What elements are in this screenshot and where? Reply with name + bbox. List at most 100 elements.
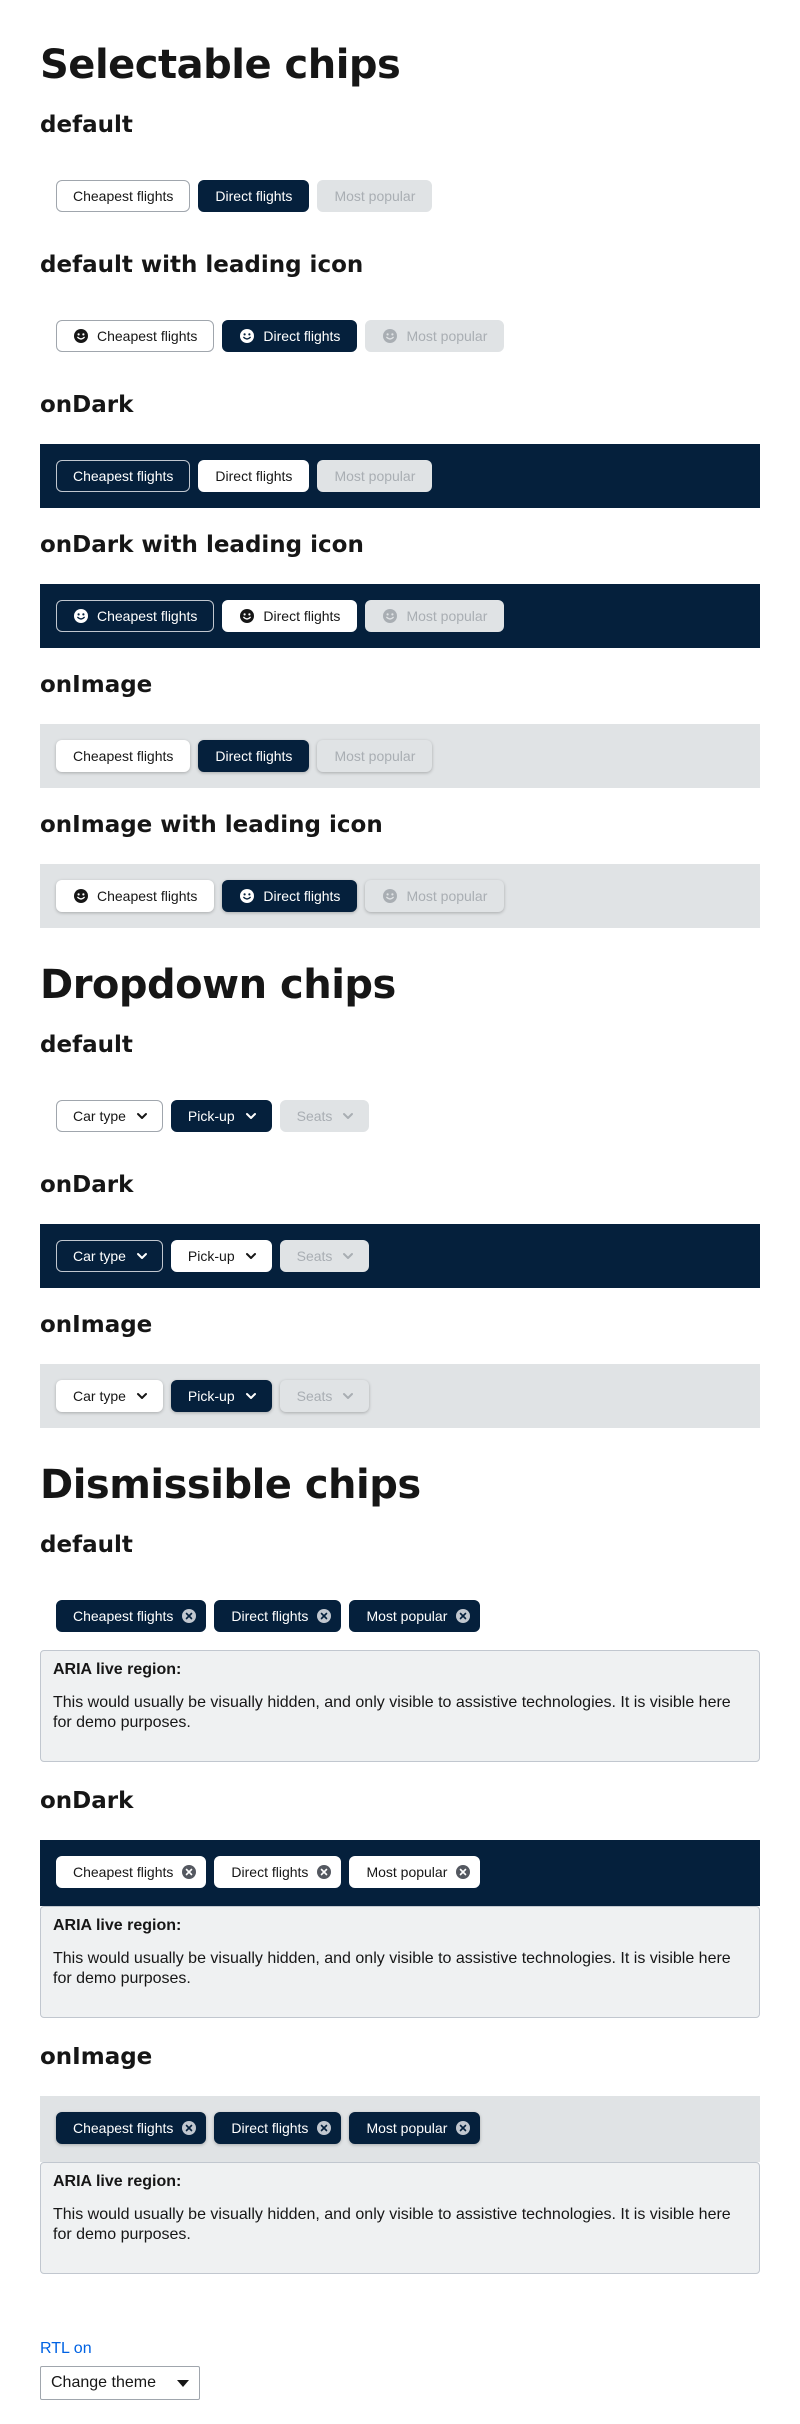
rtl-toggle-link[interactable]: RTL on [40, 2340, 92, 2358]
chip-label: Direct flights [231, 1608, 309, 1624]
chevron-down-icon [340, 1388, 356, 1404]
chip-label: Pick-up [187, 1388, 235, 1404]
chip-direct-flights-selected[interactable]: Direct flights [222, 880, 358, 912]
dropdown-chip-car-type[interactable]: Car type [56, 1380, 163, 1412]
chip-label: Direct flights [231, 2120, 309, 2136]
dismissible-chip-direct-flights[interactable]: Direct flights [214, 2112, 342, 2144]
aria-live-region: ARIA live region: This would usually be … [40, 1650, 760, 1762]
selectable-onimage-icon-row: Cheapest flights Direct flights Most pop… [56, 880, 505, 912]
dropdown-default-row: Car type Pick-up Seats [56, 1100, 370, 1132]
chip-label: Most popular [334, 188, 416, 204]
selectable-default-row: Cheapest flights Direct flights Most pop… [56, 180, 433, 212]
selectable-ondark-row: Cheapest flights Direct flights Most pop… [56, 460, 433, 492]
close-circle-icon[interactable] [181, 1608, 197, 1624]
dropdown-chip-pick-up-selected[interactable]: Pick-up [170, 1380, 272, 1412]
dismissible-default-heading: default [40, 1532, 133, 1558]
dropdown-onimage-row: Car type Pick-up Seats [56, 1380, 370, 1412]
chip-cheapest-flights[interactable]: Cheapest flights [56, 740, 191, 772]
caret-down-icon [177, 2379, 189, 2387]
chip-cheapest-flights[interactable]: Cheapest flights [56, 600, 215, 632]
dismissible-onimage-row: Cheapest flights Direct flights Most pop… [56, 2112, 481, 2144]
chip-label: Seats [296, 1108, 333, 1124]
chip-direct-flights-selected[interactable]: Direct flights [198, 460, 310, 492]
dropdown-chip-seats-disabled: Seats [279, 1380, 370, 1412]
chip-label: Cheapest flights [73, 2120, 174, 2136]
dropdown-onimage-heading: onImage [40, 1312, 153, 1338]
chip-most-popular-disabled: Most popular [365, 880, 505, 912]
close-circle-icon[interactable] [455, 1608, 471, 1624]
close-circle-icon[interactable] [316, 1608, 332, 1624]
close-circle-icon[interactable] [455, 2120, 471, 2136]
selectable-default-icon-row: Cheapest flights Direct flights Most pop… [56, 320, 505, 352]
close-circle-icon[interactable] [181, 1864, 197, 1880]
chip-label: Most popular [334, 468, 416, 484]
dropdown-chip-seats-disabled: Seats [279, 1100, 370, 1132]
selectable-ondark-heading: onDark [40, 392, 134, 418]
close-circle-icon[interactable] [181, 2120, 197, 2136]
chip-cheapest-flights[interactable]: Cheapest flights [56, 460, 191, 492]
chevron-down-icon [134, 1388, 150, 1404]
chip-label: Seats [296, 1248, 333, 1264]
chip-label: Cheapest flights [73, 1608, 174, 1624]
chip-label: Car type [73, 1108, 126, 1124]
chip-most-popular-disabled: Most popular [317, 460, 433, 492]
dismissible-chips-heading: Dismissible chips [40, 1462, 421, 1508]
dismissible-chip-most-popular[interactable]: Most popular [349, 1600, 481, 1632]
aria-live-region-body: This would usually be visually hidden, a… [53, 1694, 731, 1731]
chip-cheapest-flights[interactable]: Cheapest flights [56, 320, 215, 352]
dismissible-chip-most-popular[interactable]: Most popular [349, 1856, 481, 1888]
smiley-face-icon [73, 328, 89, 344]
dismissible-chip-cheapest-flights[interactable]: Cheapest flights [56, 1856, 207, 1888]
smiley-face-icon [382, 328, 398, 344]
dismissible-chip-direct-flights[interactable]: Direct flights [214, 1856, 342, 1888]
dismissible-chip-direct-flights[interactable]: Direct flights [214, 1600, 342, 1632]
dismissible-chip-cheapest-flights[interactable]: Cheapest flights [56, 2112, 207, 2144]
chip-label: Car type [73, 1248, 126, 1264]
chip-label: Cheapest flights [73, 468, 174, 484]
chip-most-popular-disabled: Most popular [365, 320, 505, 352]
close-circle-icon[interactable] [455, 1864, 471, 1880]
chip-direct-flights-selected[interactable]: Direct flights [198, 180, 310, 212]
close-circle-icon[interactable] [316, 1864, 332, 1880]
chip-label: Seats [296, 1388, 333, 1404]
smiley-face-icon [382, 608, 398, 624]
chip-direct-flights-selected[interactable]: Direct flights [198, 740, 310, 772]
aria-live-region-body: This would usually be visually hidden, a… [53, 2206, 731, 2243]
dismissible-chip-most-popular[interactable]: Most popular [349, 2112, 481, 2144]
smiley-face-icon [382, 888, 398, 904]
chevron-down-icon [340, 1248, 356, 1264]
chip-label: Most popular [406, 888, 488, 904]
chip-label: Direct flights [231, 1864, 309, 1880]
dropdown-chips-heading: Dropdown chips [40, 962, 396, 1008]
selectable-chips-heading: Selectable chips [40, 42, 401, 88]
chip-cheapest-flights[interactable]: Cheapest flights [56, 880, 215, 912]
chip-label: Most popular [334, 748, 416, 764]
chip-direct-flights-selected[interactable]: Direct flights [222, 320, 358, 352]
change-theme-select[interactable]: Change theme [40, 2366, 200, 2400]
dropdown-chip-car-type[interactable]: Car type [56, 1240, 163, 1272]
dismissible-chip-cheapest-flights[interactable]: Cheapest flights [56, 1600, 207, 1632]
close-circle-icon[interactable] [316, 2120, 332, 2136]
change-theme-select-value: Change theme [51, 2374, 156, 2391]
aria-live-region-body: This would usually be visually hidden, a… [53, 1950, 731, 1987]
smiley-face-icon [239, 608, 255, 624]
chip-label: Most popular [366, 1608, 448, 1624]
chevron-down-icon [243, 1108, 259, 1124]
dropdown-chip-pick-up-selected[interactable]: Pick-up [170, 1100, 272, 1132]
chip-most-popular-disabled: Most popular [365, 600, 505, 632]
dropdown-chip-pick-up-selected[interactable]: Pick-up [170, 1240, 272, 1272]
dropdown-chip-car-type[interactable]: Car type [56, 1100, 163, 1132]
chip-label: Most popular [406, 328, 488, 344]
chip-direct-flights-selected[interactable]: Direct flights [222, 600, 358, 632]
chip-label: Pick-up [187, 1108, 235, 1124]
selectable-ondark-icon-row: Cheapest flights Direct flights Most pop… [56, 600, 505, 632]
chip-label: Cheapest flights [97, 888, 198, 904]
chip-most-popular-disabled: Most popular [317, 740, 433, 772]
chips-demo-page: Selectable chips default Cheapest flight… [0, 0, 800, 2424]
smiley-face-icon [239, 888, 255, 904]
chip-cheapest-flights[interactable]: Cheapest flights [56, 180, 191, 212]
selectable-default-heading: default [40, 112, 133, 138]
chevron-down-icon [134, 1248, 150, 1264]
chip-label: Cheapest flights [73, 1864, 174, 1880]
dropdown-ondark-heading: onDark [40, 1172, 134, 1198]
